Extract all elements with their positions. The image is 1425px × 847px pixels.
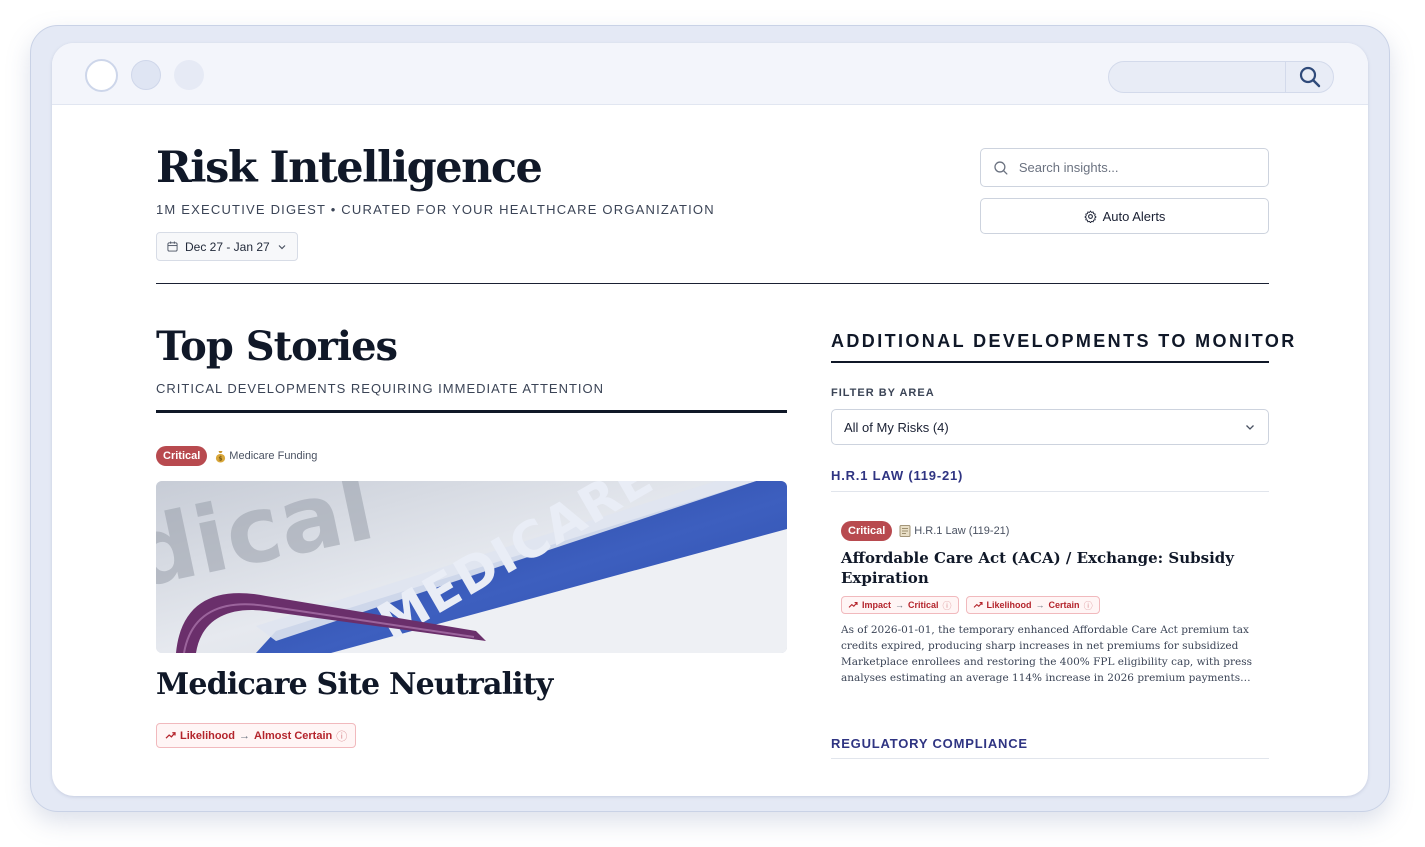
developments-title: ADDITIONAL DEVELOPMENTS TO MONITOR <box>831 331 1297 351</box>
severity-badge: Critical <box>156 446 208 466</box>
story-image[interactable]: dical MEDICARE <box>156 481 787 653</box>
pill-label: Likelihood <box>986 600 1032 610</box>
section-divider <box>831 491 1269 492</box>
card-badges: Critical H.R.1 Law (119-21) <box>841 521 1261 541</box>
info-icon[interactable]: ⓘ <box>1084 599 1093 612</box>
search-icon <box>1299 66 1320 88</box>
browser-toolbar <box>52 43 1368 105</box>
page-title: Risk Intelligence <box>156 143 543 193</box>
search-icon <box>994 160 1008 175</box>
top-stories-subtitle: CRITICAL DEVELOPMENTS REQUIRING IMMEDIAT… <box>156 381 605 396</box>
card-title[interactable]: Affordable Care Act (ACA) / Exchange: Su… <box>841 548 1261 588</box>
chevron-down-icon <box>278 244 286 249</box>
window-control-minimize[interactable] <box>131 60 161 90</box>
arrow-right-icon: → <box>895 600 905 610</box>
info-icon[interactable]: ⓘ <box>336 728 347 744</box>
story-headline[interactable]: Medicare Site Neutrality <box>156 667 553 702</box>
pill-value: Almost Certain <box>254 729 333 742</box>
filter-select[interactable]: All of My Risks (4) <box>831 409 1269 445</box>
section-heading-regulatory[interactable]: REGULATORY COMPLIANCE <box>831 736 1028 751</box>
impact-pill[interactable]: Impact → Critical ⓘ <box>841 596 959 614</box>
likelihood-pill[interactable]: Likelihood → Almost Certain ⓘ <box>156 723 357 748</box>
category-tag[interactable]: H.R.1 Law (119-21) <box>899 525 1009 537</box>
filter-value: All of My Risks (4) <box>844 419 949 435</box>
arrow-right-icon: → <box>1035 600 1045 610</box>
development-card[interactable]: Critical H.R.1 Law (119-21) Affordable C… <box>841 521 1261 686</box>
calendar-icon <box>167 241 178 252</box>
auto-alerts-button[interactable]: Auto Alerts <box>980 198 1269 234</box>
browser-window: Risk Intelligence 1M EXECUTIVE DIGEST • … <box>52 43 1368 796</box>
filter-label: FILTER BY AREA <box>831 387 935 399</box>
pill-label: Impact <box>862 600 892 610</box>
ledger-icon <box>899 525 911 537</box>
pill-value: Certain <box>1048 600 1080 610</box>
story-badges: Critical $ Medicare Funding <box>156 446 317 466</box>
trending-up-icon <box>165 732 176 739</box>
window-control-maximize[interactable] <box>174 60 204 90</box>
category-label: H.R.1 Law (119-21) <box>914 525 1010 537</box>
card-body: As of 2026-01-01, the temporary enhanced… <box>841 624 1253 684</box>
info-icon[interactable]: ⓘ <box>943 599 952 612</box>
insights-search[interactable] <box>980 148 1269 187</box>
top-stories-title: Top Stories <box>156 323 398 370</box>
card-pills: Impact → Critical ⓘ Likelihood → Certain <box>841 596 1261 614</box>
browser-search-button[interactable] <box>1285 62 1333 92</box>
section-divider <box>831 758 1269 759</box>
category-tag[interactable]: $ Medicare Funding <box>215 450 317 463</box>
date-range-picker[interactable]: Dec 27 - Jan 27 <box>156 232 298 261</box>
search-input[interactable] <box>1018 160 1256 175</box>
browser-search-field[interactable] <box>1108 61 1334 93</box>
developments-divider <box>831 361 1269 363</box>
gear-icon <box>1084 210 1097 223</box>
category-label: Medicare Funding <box>229 450 318 462</box>
pill-value: Critical <box>908 600 939 610</box>
money-bag-icon: $ <box>216 450 226 462</box>
header-divider <box>156 283 1269 284</box>
pill-label: Likelihood <box>180 729 235 742</box>
page-subtitle: 1M EXECUTIVE DIGEST • CURATED FOR YOUR H… <box>156 202 715 217</box>
section-heading-hr1[interactable]: H.R.1 LAW (119-21) <box>831 468 963 483</box>
date-range-label: Dec 27 - Jan 27 <box>185 239 270 254</box>
severity-badge: Critical <box>841 521 893 541</box>
trending-up-icon <box>973 602 983 608</box>
top-stories-divider <box>156 410 787 413</box>
chevron-down-icon <box>1246 425 1254 430</box>
likelihood-pill[interactable]: Likelihood → Certain ⓘ <box>965 596 1100 614</box>
medicare-card-image: dical MEDICARE <box>156 481 787 653</box>
svg-text:$: $ <box>219 455 223 462</box>
trending-up-icon <box>848 602 858 608</box>
arrow-right-icon: → <box>239 729 250 742</box>
auto-alerts-label: Auto Alerts <box>1102 208 1166 224</box>
window-control-close[interactable] <box>85 59 118 92</box>
